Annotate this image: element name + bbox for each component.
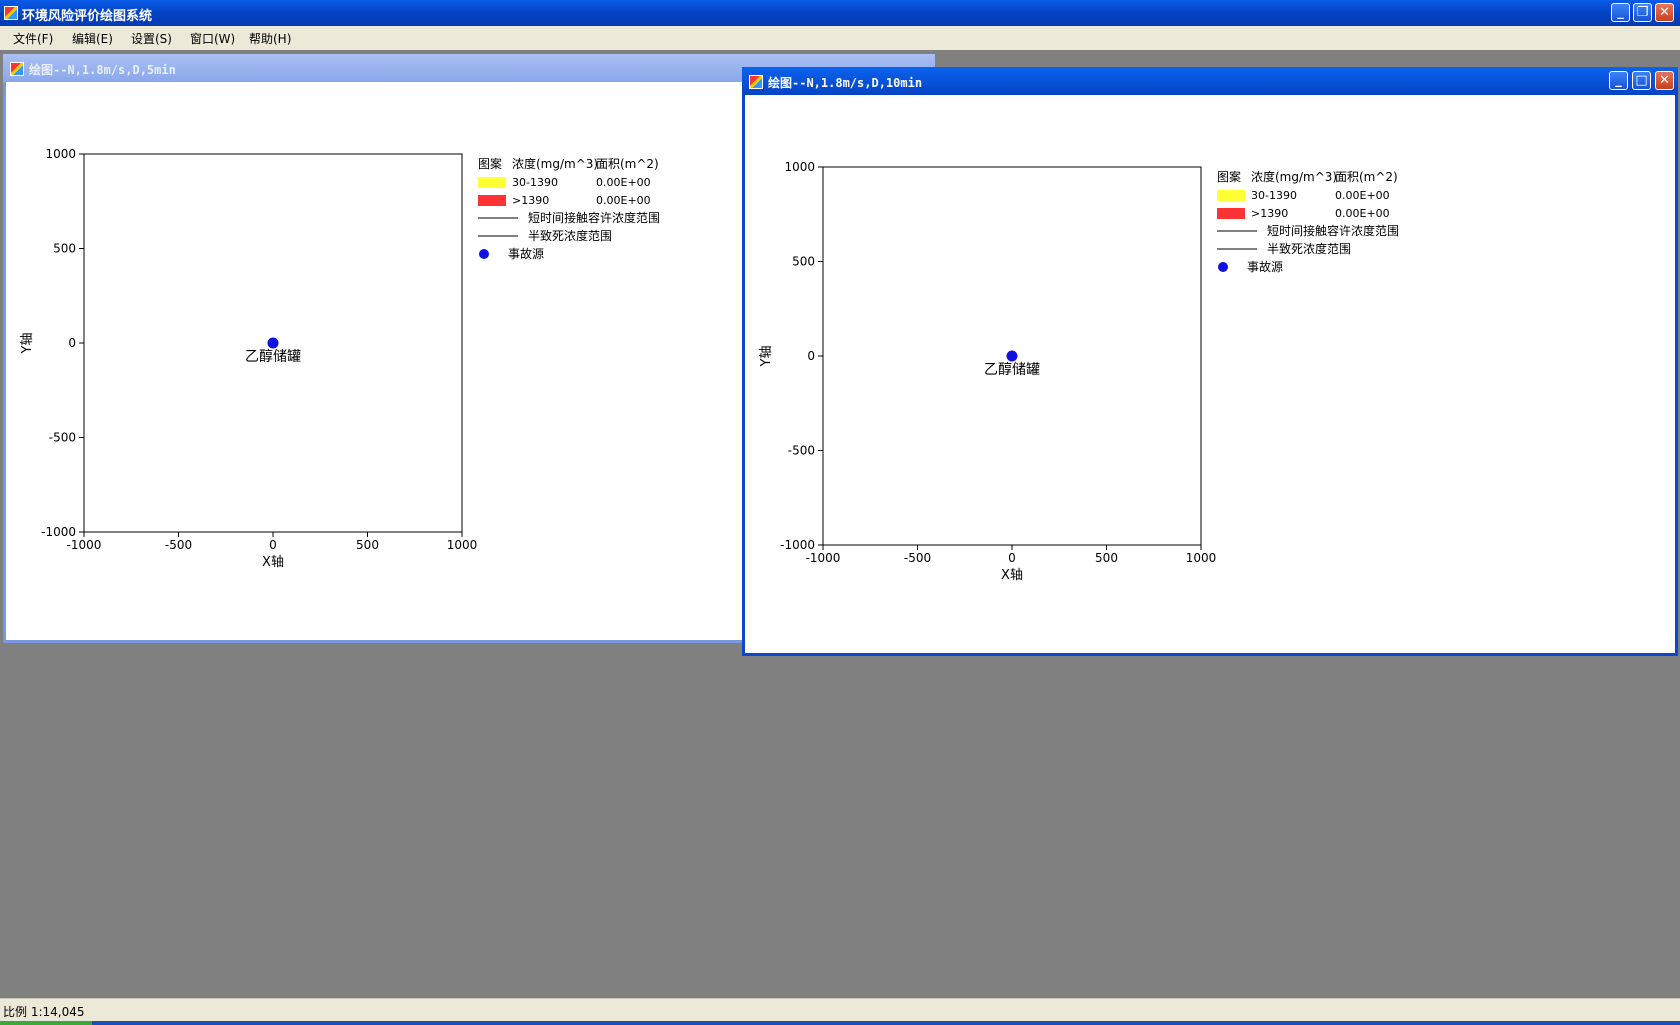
minimize-button[interactable]: _: [1609, 71, 1628, 90]
y-axis-label: Y轴: [759, 346, 774, 368]
y-tick-label: -500: [49, 431, 76, 445]
y-tick-label: 1000: [784, 160, 815, 174]
legend-swatch: [478, 195, 506, 206]
legend-line-label: 半致死浓度范围: [528, 228, 612, 243]
legend-line-label: 短时间接触容许浓度范围: [1267, 223, 1399, 238]
y-tick-label: -1000: [780, 538, 815, 552]
x-tick-label: 500: [1095, 551, 1118, 565]
legend-header: 面积(m^2): [1335, 170, 1398, 184]
app-titlebar[interactable]: 环境风险评价绘图系统 _ ❐ ✕: [0, 0, 1680, 26]
x-tick-label: -500: [165, 538, 192, 552]
statusbar: 比例 1:14,045: [0, 998, 1680, 1025]
legend-range: 30-1390: [1251, 189, 1297, 202]
plot-window-title: 绘图--N,1.8m/s,D,5min: [29, 63, 176, 77]
y-tick-label: 1000: [45, 147, 76, 161]
legend-header: 图案: [478, 156, 502, 171]
app-icon: [4, 6, 18, 20]
window-icon: [10, 62, 24, 76]
legend-range: >1390: [512, 194, 549, 207]
x-tick-label: 1000: [447, 538, 478, 552]
legend-marker-label: 事故源: [1247, 259, 1283, 274]
legend-range: >1390: [1251, 207, 1288, 220]
legend-swatch: [1217, 190, 1245, 201]
point-label: 乙醇储罐: [245, 348, 301, 365]
x-tick-label: 500: [356, 538, 379, 552]
x-axis-label: X轴: [262, 555, 284, 570]
y-tick-label: 0: [68, 336, 76, 350]
legend-header: 面积(m^2): [596, 157, 659, 171]
legend-range: 30-1390: [512, 176, 558, 189]
legend-swatch: [478, 177, 506, 188]
legend-marker-label: 事故源: [508, 246, 544, 261]
scale-readout: 比例 1:14,045: [3, 1005, 85, 1019]
legend-marker: [479, 249, 489, 259]
close-button[interactable]: ✕: [1655, 71, 1674, 90]
restore-button[interactable]: ❐: [1633, 3, 1652, 22]
legend-swatch: [1217, 208, 1245, 219]
point-label: 乙醇储罐: [984, 361, 1040, 378]
menu-file[interactable]: 文件(F): [13, 30, 53, 47]
legend-marker: [1218, 262, 1228, 272]
x-tick-label: 0: [269, 538, 277, 552]
legend-header: 浓度(mg/m^3): [512, 156, 598, 171]
legend-area: 0.00E+00: [596, 194, 651, 207]
legend-area: 0.00E+00: [1335, 189, 1390, 202]
accident-source-point: [1006, 350, 1018, 362]
y-tick-label: 500: [792, 255, 815, 269]
menubar: 文件(F) 编辑(E) 设置(S) 窗口(W) 帮助(H): [0, 26, 1680, 51]
plot-window-10min[interactable]: 绘图--N,1.8m/s,D,10min _ □ ✕ -1000 -500 0 500…: [742, 67, 1678, 656]
plot-canvas: -1000 -500 0 500 1000 1000 500 0 -500 -1000 X轴 Y轴乙醇…: [759, 160, 1399, 583]
menu-edit[interactable]: 编辑(E): [72, 30, 113, 47]
x-tick-label: -1000: [67, 538, 102, 552]
legend-line-label: 半致死浓度范围: [1267, 241, 1351, 256]
y-tick-label: -1000: [41, 525, 76, 539]
menu-window[interactable]: 窗口(W): [190, 30, 235, 47]
taskbar-strip: [0, 1021, 1680, 1025]
x-tick-label: 0: [1008, 551, 1016, 565]
legend-header: 图案: [1217, 169, 1241, 184]
accident-source-point: [267, 337, 279, 349]
x-tick-label: -500: [904, 551, 931, 565]
legend-area: 0.00E+00: [596, 176, 651, 189]
plot-window-titlebar[interactable]: 绘图--N,1.8m/s,D,10min _ □ ✕: [742, 67, 1678, 95]
y-axis-label: Y轴: [20, 333, 35, 355]
x-tick-label: 1000: [1186, 551, 1217, 565]
y-tick-label: -500: [788, 444, 815, 458]
x-tick-label: -1000: [806, 551, 841, 565]
x-axis-label: X轴: [1001, 568, 1023, 583]
legend-line-label: 短时间接触容许浓度范围: [528, 210, 660, 225]
legend-area: 0.00E+00: [1335, 207, 1390, 220]
y-tick-label: 500: [53, 242, 76, 256]
plot-window-title: 绘图--N,1.8m/s,D,10min: [768, 76, 923, 90]
window-icon: [749, 75, 763, 89]
legend-header: 浓度(mg/m^3): [1251, 169, 1337, 184]
maximize-button[interactable]: □: [1632, 71, 1651, 90]
app-title: 环境风险评价绘图系统: [22, 9, 153, 24]
close-button[interactable]: ✕: [1655, 3, 1674, 22]
y-tick-label: 0: [807, 349, 815, 363]
menu-help[interactable]: 帮助(H): [249, 30, 291, 47]
menu-settings[interactable]: 设置(S): [131, 30, 172, 47]
minimize-button[interactable]: _: [1611, 3, 1630, 22]
